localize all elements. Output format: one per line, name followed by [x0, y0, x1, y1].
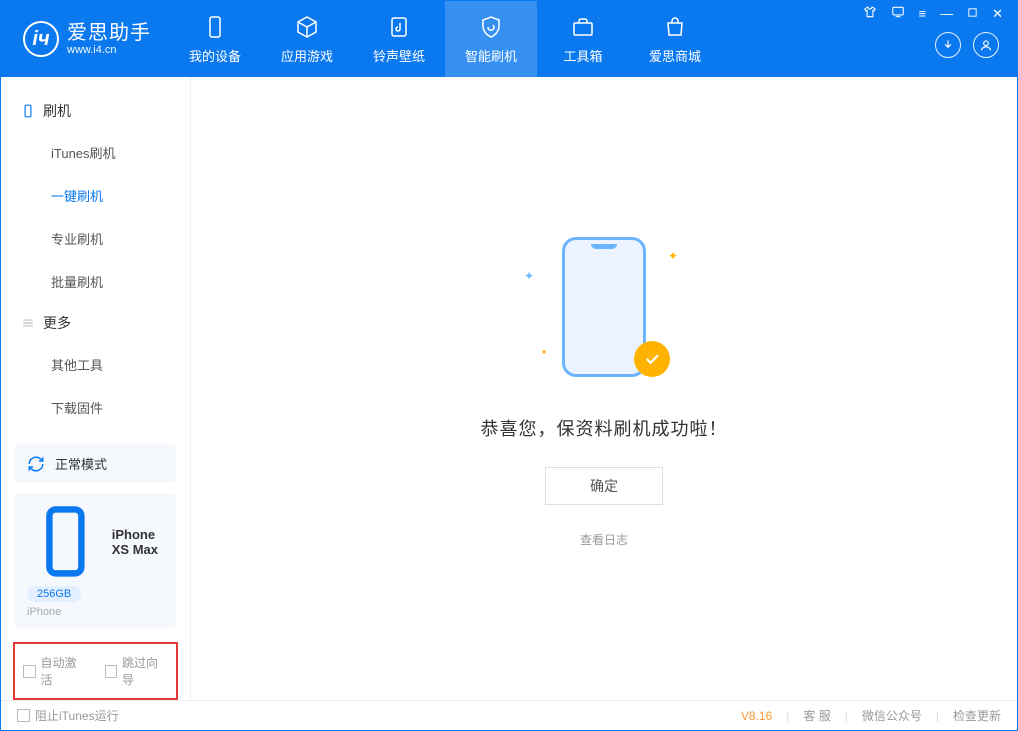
success-message: 恭喜您，保资料刷机成功啦！ — [481, 415, 728, 441]
nav-toolbox[interactable]: 工具箱 — [537, 1, 629, 77]
ok-button[interactable]: 确定 — [545, 467, 663, 505]
wechat-link[interactable]: 微信公众号 — [862, 707, 922, 724]
checkbox-icon — [17, 709, 30, 722]
phone-outline-icon — [21, 104, 35, 118]
download-button[interactable] — [935, 32, 961, 58]
main-nav: 我的设备 应用游戏 铃声壁纸 智能刷机 工具箱 爱思商城 — [169, 1, 721, 77]
device-name: iPhone XS Max — [112, 527, 164, 557]
maximize-button[interactable] — [967, 6, 978, 21]
nav-store[interactable]: 爱思商城 — [629, 1, 721, 77]
cube-icon — [294, 14, 320, 40]
phone-icon — [202, 14, 228, 40]
success-illustration: ✦ ✦ • — [524, 229, 684, 389]
device-type: iPhone — [27, 606, 164, 618]
sparkle-icon: • — [542, 345, 546, 359]
header: iч 爱思助手 www.i4.cn 我的设备 应用游戏 铃声壁纸 智能刷机 工具… — [1, 1, 1017, 77]
nav-ringtone-wallpaper[interactable]: 铃声壁纸 — [353, 1, 445, 77]
app-url: www.i4.cn — [67, 44, 151, 56]
checkbox-skip-guide[interactable]: 跳过向导 — [105, 654, 169, 688]
check-badge-icon — [634, 341, 670, 377]
close-button[interactable]: ✕ — [992, 6, 1003, 22]
version-label: V8.16 — [741, 709, 772, 723]
logo-icon: iч — [23, 21, 59, 57]
footer: 阻止iTunes运行 V8.16 | 客 服 | 微信公众号 | 检查更新 — [1, 700, 1017, 730]
highlighted-checkbox-row: 自动激活 跳过向导 — [13, 642, 178, 700]
user-button[interactable] — [973, 32, 999, 58]
checkbox-icon — [23, 665, 36, 678]
sparkle-icon: ✦ — [668, 249, 678, 263]
music-file-icon — [386, 14, 412, 40]
view-log-link[interactable]: 查看日志 — [580, 531, 628, 548]
shield-refresh-icon — [478, 14, 504, 40]
app-name: 爱思助手 — [67, 22, 151, 44]
sidebar-group-more: 更多 — [1, 303, 190, 343]
device-icon — [27, 503, 104, 580]
sidebar-item-advanced[interactable]: 高级功能 — [1, 429, 190, 444]
nav-smart-flash[interactable]: 智能刷机 — [445, 1, 537, 77]
support-link[interactable]: 客 服 — [803, 707, 830, 724]
checkbox-block-itunes[interactable]: 阻止iTunes运行 — [17, 707, 119, 724]
sidebar-group-flash: 刷机 — [1, 91, 190, 131]
list-icon — [21, 316, 35, 330]
main-content: ✦ ✦ • 恭喜您，保资料刷机成功啦！ 确定 查看日志 — [191, 77, 1017, 700]
refresh-icon — [27, 455, 45, 473]
sidebar-item-download-firmware[interactable]: 下载固件 — [1, 386, 190, 429]
window-controls: ≡ — ✕ — [863, 5, 1010, 22]
menu-icon[interactable]: ≡ — [919, 6, 927, 21]
checkbox-icon — [105, 665, 118, 678]
device-info-box[interactable]: iPhone XS Max 256GB iPhone — [15, 493, 176, 628]
minimize-button[interactable]: — — [940, 6, 953, 21]
device-mode-box[interactable]: 正常模式 — [15, 444, 176, 483]
toolbox-icon — [570, 14, 596, 40]
sidebar: 刷机 iTunes刷机 一键刷机 专业刷机 批量刷机 更多 其他工具 下载固件 … — [1, 77, 191, 700]
bag-icon — [662, 14, 688, 40]
nav-apps-games[interactable]: 应用游戏 — [261, 1, 353, 77]
tshirt-icon[interactable] — [863, 5, 877, 22]
nav-my-device[interactable]: 我的设备 — [169, 1, 261, 77]
sparkle-icon: ✦ — [524, 269, 534, 283]
sidebar-item-oneclick-flash[interactable]: 一键刷机 — [1, 174, 190, 217]
checkbox-auto-activate[interactable]: 自动激活 — [23, 654, 87, 688]
sidebar-item-pro-flash[interactable]: 专业刷机 — [1, 217, 190, 260]
feedback-icon[interactable] — [891, 5, 905, 22]
app-logo: iч 爱思助手 www.i4.cn — [1, 21, 169, 57]
sidebar-item-itunes-flash[interactable]: iTunes刷机 — [1, 131, 190, 174]
sidebar-item-batch-flash[interactable]: 批量刷机 — [1, 260, 190, 303]
check-update-link[interactable]: 检查更新 — [953, 707, 1001, 724]
device-capacity: 256GB — [27, 586, 81, 602]
sidebar-item-other-tools[interactable]: 其他工具 — [1, 343, 190, 386]
device-mode-label: 正常模式 — [55, 454, 107, 473]
